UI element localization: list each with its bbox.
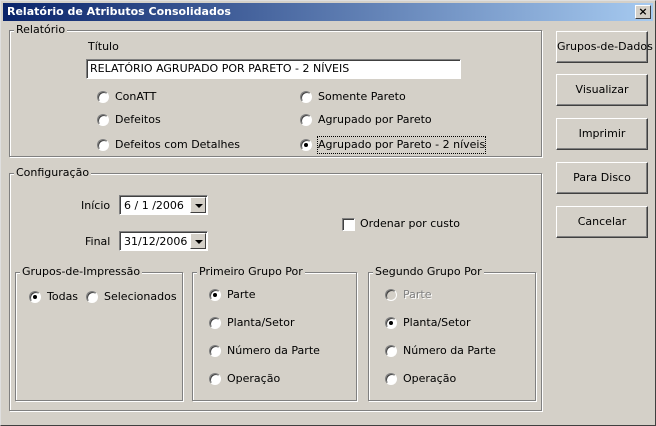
- imprimir-button[interactable]: Imprimir: [556, 118, 648, 150]
- radio-button: [29, 291, 41, 303]
- cancelar-button[interactable]: Cancelar: [556, 206, 648, 238]
- radio-button: [209, 289, 221, 301]
- inicio-label: Início: [81, 199, 111, 212]
- radio-label: Parte: [403, 288, 432, 301]
- radio-label: Operação: [227, 372, 281, 385]
- radio-button: [385, 289, 397, 301]
- grupos-impressao-legend: Grupos-de-Impressão: [20, 265, 143, 278]
- radio-button: [97, 91, 109, 103]
- titulo-input[interactable]: RELATÓRIO AGRUPADO POR PARETO - 2 NÍVEIS: [86, 59, 461, 79]
- radio-button: [97, 114, 109, 126]
- radio-label: Número da Parte: [227, 344, 320, 357]
- radio-label: Agrupado por Pareto: [318, 113, 432, 126]
- grupos-de-dados-button[interactable]: Grupos-de-Dados: [556, 31, 653, 63]
- radio-label: Número da Parte: [403, 344, 496, 357]
- radio-label: Defeitos: [115, 113, 161, 126]
- inicio-date-value: 6 / 1 /2006: [124, 199, 184, 212]
- radio-button: [385, 373, 397, 385]
- para-disco-button[interactable]: Para Disco: [556, 162, 648, 194]
- radio-button: [385, 345, 397, 357]
- radio-label: Todas: [47, 290, 79, 303]
- checkbox-box: [342, 218, 355, 231]
- radio-button: [385, 317, 397, 329]
- radio-label: Operação: [403, 372, 457, 385]
- final-date-value: 31/12/2006: [124, 235, 188, 248]
- titulo-label: Título: [88, 40, 119, 53]
- radio-label: Planta/Setor: [403, 316, 471, 329]
- segundo-grupo-legend: Segundo Grupo Por: [373, 265, 484, 278]
- radio-label: Somente Pareto: [318, 90, 406, 103]
- radio-button: [97, 139, 109, 151]
- radio-label: Agrupado por Pareto - 2 níveis: [316, 136, 487, 154]
- final-label: Final: [85, 235, 111, 248]
- final-date-picker[interactable]: 31/12/2006: [119, 231, 208, 251]
- visualizar-button[interactable]: Visualizar: [556, 74, 648, 106]
- dropdown-arrow-icon[interactable]: [190, 233, 206, 249]
- radio-button: [209, 345, 221, 357]
- radio-button: [300, 139, 312, 151]
- radio-button: [209, 373, 221, 385]
- configuracao-legend: Configuração: [14, 166, 92, 179]
- radio-button: [209, 317, 221, 329]
- relatorio-legend: Relatório: [14, 23, 68, 36]
- dialog-window: Relatório de Atributos Consolidados × Re…: [0, 0, 656, 426]
- dropdown-arrow-icon[interactable]: [190, 197, 206, 213]
- title-bar[interactable]: Relatório de Atributos Consolidados ×: [3, 3, 653, 21]
- radio-label: Defeitos com Detalhes: [115, 138, 241, 151]
- radio-label: Parte: [227, 288, 256, 301]
- inicio-date-picker[interactable]: 6 / 1 /2006: [119, 195, 208, 215]
- radio-button: [300, 114, 312, 126]
- radio-button: [300, 91, 312, 103]
- radio-label: Planta/Setor: [227, 316, 295, 329]
- primeiro-grupo-legend: Primeiro Grupo Por: [197, 265, 305, 278]
- window-title: Relatório de Atributos Consolidados: [7, 5, 231, 18]
- radio-label: ConATT: [115, 90, 157, 103]
- checkbox-label: Ordenar por custo: [360, 217, 460, 230]
- close-button[interactable]: ×: [635, 5, 651, 19]
- radio-label: Selecionados: [104, 290, 177, 303]
- radio-button: [86, 291, 98, 303]
